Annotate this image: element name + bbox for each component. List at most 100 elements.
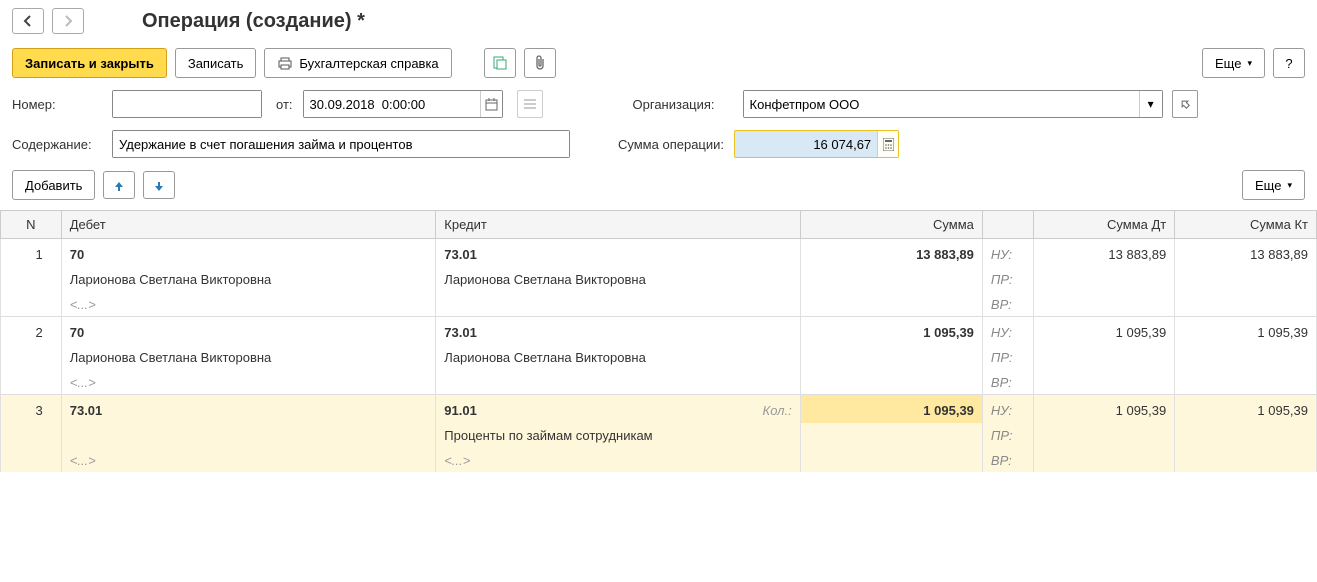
org-label: Организация: xyxy=(633,97,733,112)
org-dropdown-button[interactable]: ▾ xyxy=(1139,91,1162,117)
number-input[interactable] xyxy=(113,91,261,117)
table-row-sub2[interactable]: <...> <...> ВР: xyxy=(1,448,1317,472)
cell-credit-sub[interactable] xyxy=(436,292,800,317)
col-acc xyxy=(982,211,1033,239)
org-field[interactable]: ▾ xyxy=(743,90,1163,118)
col-sum-kt[interactable]: Сумма Кт xyxy=(1175,211,1317,239)
cell-credit-sub[interactable] xyxy=(436,370,800,395)
cell-debit-acc[interactable]: 70 xyxy=(61,317,436,346)
cell-sum-kt[interactable]: 1 095,39 xyxy=(1175,317,1317,346)
navigation-bar: Операция (создание) * xyxy=(0,0,1317,42)
col-sum-dt[interactable]: Сумма Дт xyxy=(1033,211,1175,239)
table-row-sub2[interactable]: <...> ВР: xyxy=(1,370,1317,395)
printer-icon xyxy=(277,56,293,70)
content-input[interactable] xyxy=(113,131,569,157)
cell-debit-name[interactable]: Ларионова Светлана Викторовна xyxy=(61,345,436,370)
cell-debit-sub[interactable]: <...> xyxy=(61,292,436,317)
nav-back-button[interactable] xyxy=(12,8,44,34)
entries-table: N Дебет Кредит Сумма Сумма Дт Сумма Кт 1… xyxy=(0,210,1317,472)
cell-n: 1 xyxy=(1,239,62,268)
from-label: от: xyxy=(276,97,293,112)
cell-vr-label: ВР: xyxy=(982,448,1033,472)
table-row-sub[interactable]: Проценты по займам сотрудникам ПР: xyxy=(1,423,1317,448)
cell-sum-dt[interactable]: 13 883,89 xyxy=(1033,239,1175,268)
col-debit[interactable]: Дебет xyxy=(61,211,436,239)
col-n[interactable]: N xyxy=(1,211,62,239)
sum-input[interactable] xyxy=(735,131,877,157)
table-row[interactable]: 2 70 73.01 1 095,39 НУ: 1 095,39 1 095,3… xyxy=(1,317,1317,346)
cell-nu-label: НУ: xyxy=(982,395,1033,424)
list-icon xyxy=(524,99,536,109)
table-row[interactable]: 1 70 73.01 13 883,89 НУ: 13 883,89 13 88… xyxy=(1,239,1317,268)
arrow-down-icon xyxy=(153,180,165,192)
add-row-button[interactable]: Добавить xyxy=(12,170,95,200)
report-label: Бухгалтерская справка xyxy=(299,56,438,71)
sum-label: Сумма операции: xyxy=(618,137,724,152)
cell-n: 2 xyxy=(1,317,62,346)
cell-pr-label: ПР: xyxy=(982,267,1033,292)
cell-credit-acc[interactable]: 73.01 xyxy=(436,317,800,346)
cell-sum-kt[interactable]: 13 883,89 xyxy=(1175,239,1317,268)
cell-debit-acc[interactable]: 70 xyxy=(61,239,436,268)
help-button[interactable]: ? xyxy=(1273,48,1305,78)
cell-debit-name[interactable]: Ларионова Светлана Викторовна xyxy=(61,267,436,292)
cell-credit-acc[interactable]: 91.01Кол.: xyxy=(436,395,800,424)
list-button[interactable] xyxy=(517,90,543,118)
arrow-up-icon xyxy=(113,180,125,192)
col-sum[interactable]: Сумма xyxy=(800,211,982,239)
cell-debit-name[interactable] xyxy=(61,423,436,448)
content-label: Содержание: xyxy=(12,137,102,152)
cell-credit-sub[interactable]: <...> xyxy=(436,448,800,472)
cell-nu-label: НУ: xyxy=(982,239,1033,268)
org-input[interactable] xyxy=(744,91,1139,117)
arrow-right-icon xyxy=(61,14,75,28)
cell-sum[interactable]: 1 095,39 xyxy=(800,395,982,424)
more-button[interactable]: Еще xyxy=(1202,48,1265,78)
accounting-report-button[interactable]: Бухгалтерская справка xyxy=(264,48,451,78)
cell-debit-acc[interactable]: 73.01 xyxy=(61,395,436,424)
document-icon xyxy=(492,55,508,71)
date-input[interactable] xyxy=(304,91,481,117)
table-row-sub[interactable]: Ларионова Светлана Викторовна Ларионова … xyxy=(1,345,1317,370)
date-picker-button[interactable] xyxy=(480,91,501,117)
col-credit[interactable]: Кредит xyxy=(436,211,800,239)
table-more-button[interactable]: Еще xyxy=(1242,170,1305,200)
cell-credit-name[interactable]: Ларионова Светлана Викторовна xyxy=(436,267,800,292)
registers-button[interactable] xyxy=(484,48,516,78)
save-button[interactable]: Записать xyxy=(175,48,257,78)
page-title: Операция (создание) * xyxy=(142,10,365,33)
table-row-sub2[interactable]: <...> ВР: xyxy=(1,292,1317,317)
cell-vr-label: ВР: xyxy=(982,370,1033,395)
cell-credit-name[interactable]: Ларионова Светлана Викторовна xyxy=(436,345,800,370)
cell-nu-label: НУ: xyxy=(982,317,1033,346)
cell-n: 3 xyxy=(1,395,62,424)
calendar-icon xyxy=(485,98,498,111)
sum-field[interactable] xyxy=(734,130,899,158)
cell-debit-sub[interactable]: <...> xyxy=(61,370,436,395)
number-field[interactable] xyxy=(112,90,262,118)
table-header: N Дебет Кредит Сумма Сумма Дт Сумма Кт xyxy=(1,211,1317,239)
move-up-button[interactable] xyxy=(103,171,135,199)
attachment-button[interactable] xyxy=(524,48,556,78)
table-toolbar: Добавить Еще xyxy=(0,164,1317,206)
table-row[interactable]: 3 73.01 91.01Кол.: 1 095,39 НУ: 1 095,39… xyxy=(1,395,1317,424)
calculator-button[interactable] xyxy=(877,131,898,157)
org-open-button[interactable] xyxy=(1172,90,1198,118)
cell-credit-acc[interactable]: 73.01 xyxy=(436,239,800,268)
cell-sum[interactable]: 1 095,39 xyxy=(800,317,982,346)
cell-sum-kt[interactable]: 1 095,39 xyxy=(1175,395,1317,424)
calculator-icon xyxy=(883,138,894,151)
save-and-close-button[interactable]: Записать и закрыть xyxy=(12,48,167,78)
cell-debit-sub[interactable]: <...> xyxy=(61,448,436,472)
cell-credit-name[interactable]: Проценты по займам сотрудникам xyxy=(436,423,800,448)
nav-forward-button[interactable] xyxy=(52,8,84,34)
table-row-sub[interactable]: Ларионова Светлана Викторовна Ларионова … xyxy=(1,267,1317,292)
cell-sum[interactable]: 13 883,89 xyxy=(800,239,982,268)
content-field[interactable] xyxy=(112,130,570,158)
cell-pr-label: ПР: xyxy=(982,345,1033,370)
cell-sum-dt[interactable]: 1 095,39 xyxy=(1033,317,1175,346)
cell-sum-dt[interactable]: 1 095,39 xyxy=(1033,395,1175,424)
cell-pr-label: ПР: xyxy=(982,423,1033,448)
move-down-button[interactable] xyxy=(143,171,175,199)
date-field[interactable] xyxy=(303,90,503,118)
